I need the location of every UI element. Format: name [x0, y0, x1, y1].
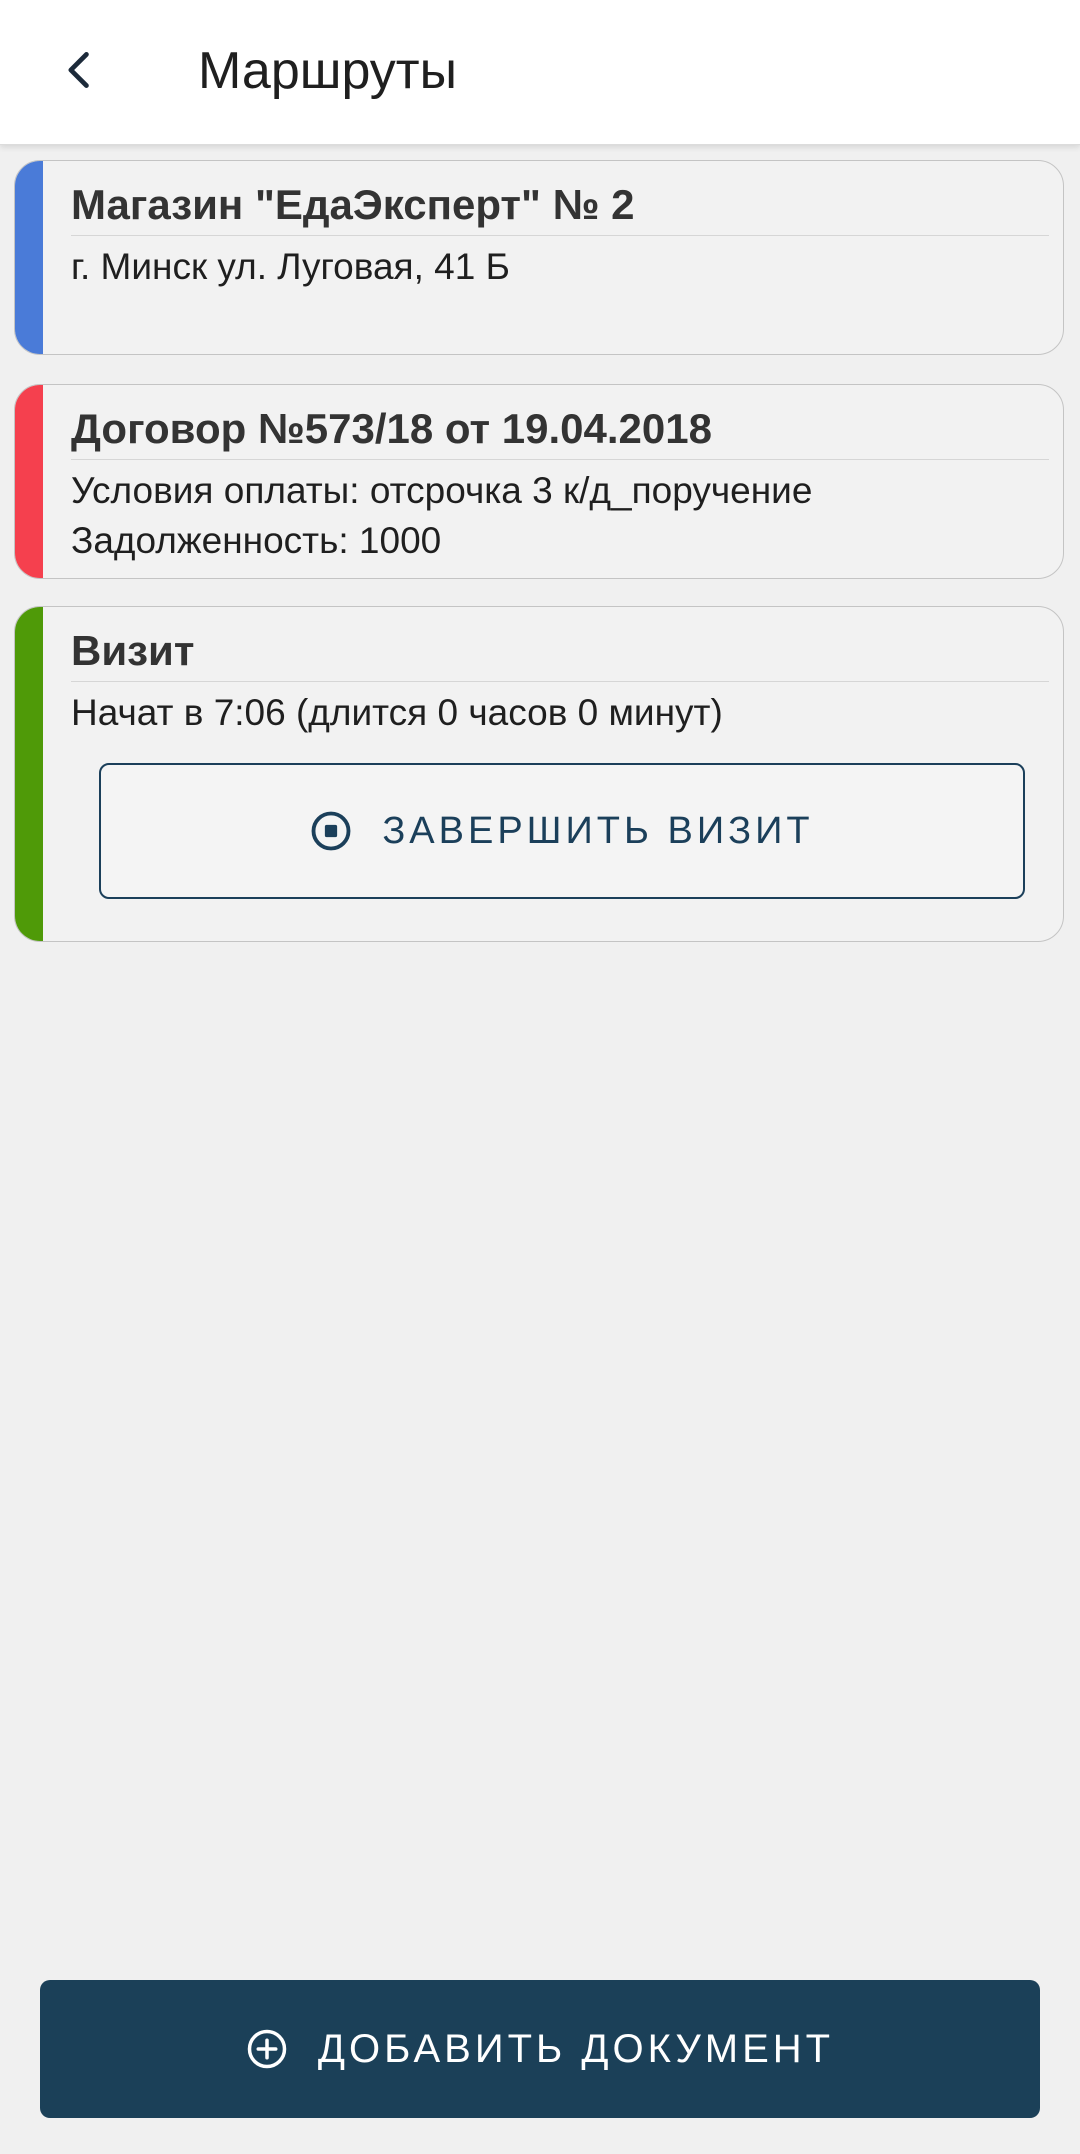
store-address: г. Минск ул. Луговая, 41 Б [71, 246, 510, 287]
contract-debt: Задолженность: 1000 [71, 520, 442, 561]
page-title: Маршруты [198, 42, 457, 100]
store-name: Магазин "ЕдаЭксперт" № 2 [71, 179, 1049, 236]
store-card-accent-stripe [15, 161, 43, 354]
chevron-left-icon [68, 52, 89, 88]
app-bar: Маршруты [0, 0, 1080, 145]
contract-payment-terms: Условия оплаты: отсрочка 3 к/д_поручение [71, 470, 813, 511]
finish-visit-button[interactable]: ЗАВЕРШИТЬ ВИЗИТ [99, 763, 1025, 899]
plus-circle-icon [247, 2029, 287, 2069]
finish-visit-label: ЗАВЕРШИТЬ ВИЗИТ [382, 809, 814, 852]
add-document-button[interactable]: ДОБАВИТЬ ДОКУМЕНТ [40, 1980, 1040, 2118]
contract-title: Договор №573/18 от 19.04.2018 [71, 403, 1049, 460]
visit-card: Визит Начат в 7:06 (длится 0 часов 0 мин… [14, 606, 1064, 942]
add-document-label: ДОБАВИТЬ ДОКУМЕНТ [317, 2026, 835, 2071]
contract-card-accent-stripe [15, 385, 43, 578]
stop-circle-icon [311, 811, 351, 851]
visit-card-accent-stripe [15, 607, 43, 941]
store-card[interactable]: Магазин "ЕдаЭксперт" № 2 г. Минск ул. Лу… [14, 160, 1064, 355]
contract-card[interactable]: Договор №573/18 от 19.04.2018 Условия оп… [14, 384, 1064, 579]
visit-title: Визит [71, 625, 1049, 682]
visit-status: Начат в 7:06 (длится 0 часов 0 минут) [71, 692, 723, 733]
back-button[interactable] [40, 30, 120, 110]
